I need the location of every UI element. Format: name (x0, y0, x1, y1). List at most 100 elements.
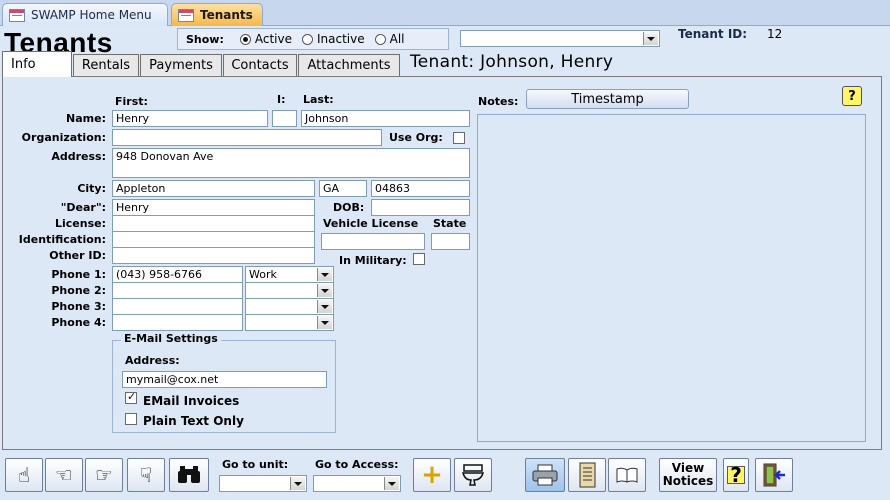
radio-dot (374, 33, 386, 45)
show-all-radio[interactable]: All (374, 32, 405, 46)
dropdown-button[interactable] (317, 284, 332, 297)
dropdown-button[interactable] (643, 32, 658, 45)
view-notices-button[interactable]: View Notices (659, 458, 717, 492)
license-field[interactable] (112, 215, 315, 232)
chevron-down-icon (321, 288, 329, 293)
radio-dot (302, 33, 313, 45)
last-name-field[interactable]: Johnson (301, 110, 470, 127)
organization-label: Organization: (21, 131, 106, 144)
email-invoices-checkbox[interactable] (125, 390, 137, 404)
vehicle-state-field[interactable] (431, 233, 470, 250)
show-label: Show: (186, 32, 224, 46)
notebook-glyph (579, 462, 596, 488)
email-address-label: Address: (125, 354, 180, 367)
address-label: Address: (51, 150, 106, 163)
notebook-icon[interactable] (568, 458, 606, 492)
phone-3-label: Phone 3: (51, 300, 106, 313)
book-glyph (616, 467, 638, 483)
doc-tab-home-menu[interactable]: SWAMP Home Menu (2, 3, 168, 26)
phone-2-type-select[interactable] (245, 282, 334, 299)
tab-attachments[interactable]: Attachments (298, 54, 400, 76)
book-icon[interactable] (608, 458, 646, 492)
hand-up-icon[interactable]: ☝ (5, 458, 43, 492)
tab-rentals[interactable]: Rentals (73, 54, 139, 76)
use-org-checkbox[interactable] (453, 132, 465, 144)
phone-2-field[interactable] (112, 282, 243, 299)
binoculars-icon[interactable] (169, 458, 209, 492)
help-icon[interactable]: ? (723, 458, 749, 492)
go-to-unit-select[interactable] (219, 475, 307, 492)
document-tab-bar: SWAMP Home Menu Tenants (0, 0, 890, 26)
phone-4-field[interactable] (112, 314, 243, 331)
radio-label: Active (254, 32, 292, 46)
help-icon[interactable]: ? (842, 86, 862, 106)
radio-label: Inactive (317, 32, 365, 46)
vehicle-license-label: Vehicle License (323, 217, 419, 230)
hand-right-icon[interactable]: ☞ (85, 458, 123, 492)
dear-field[interactable]: Henry (112, 199, 315, 216)
phone-2-label: Phone 2: (51, 284, 106, 297)
chevron-down-icon (321, 320, 329, 325)
other-id-field[interactable] (112, 247, 315, 264)
timestamp-button[interactable]: Timestamp (526, 89, 689, 109)
initial-label: I: (277, 93, 286, 106)
exit-door-icon[interactable] (755, 458, 793, 492)
phone-3-type-select[interactable] (245, 298, 334, 315)
phone-3-field[interactable] (112, 298, 243, 315)
dropdown-button[interactable] (290, 477, 305, 490)
license-label: License: (55, 217, 106, 230)
show-active-radio[interactable]: Active (239, 32, 292, 46)
binoculars-glyph (178, 466, 200, 483)
notes-textarea[interactable] (477, 114, 866, 442)
plain-text-checkbox[interactable] (125, 413, 137, 425)
toilet-icon[interactable] (454, 458, 492, 492)
dropdown-button[interactable] (384, 477, 399, 490)
state-field[interactable]: GA (319, 180, 367, 197)
zip-field[interactable]: 04863 (371, 180, 470, 197)
phone-1-type-select[interactable]: Work (245, 266, 334, 283)
printer-icon[interactable] (525, 458, 565, 492)
tab-contacts[interactable]: Contacts (223, 54, 297, 76)
organization-field[interactable] (112, 129, 382, 146)
phone-4-type-select[interactable] (245, 314, 334, 331)
city-field[interactable]: Appleton (112, 180, 315, 197)
tab-info[interactable]: Info (2, 51, 72, 77)
phone-1-field[interactable]: (043) 958-6766 (112, 266, 243, 283)
phone-1-label: Phone 1: (51, 268, 106, 281)
tab-payments[interactable]: Payments (140, 54, 222, 76)
radio-label: All (389, 32, 405, 46)
first-name-label: First: (115, 95, 148, 108)
go-to-unit-label: Go to unit: (222, 458, 289, 471)
city-label: City: (77, 182, 106, 195)
first-name-field[interactable]: Henry (112, 110, 268, 127)
tenant-select[interactable] (460, 30, 660, 47)
plus-icon[interactable]: + (413, 458, 451, 492)
use-org-label: Use Org: (389, 131, 443, 144)
hand-down-icon[interactable]: ☟ (127, 458, 165, 492)
vehicle-state-label: State (433, 217, 467, 230)
dob-label: DOB: (333, 201, 365, 214)
form-icon (178, 8, 194, 22)
email-address-field[interactable]: mymail@cox.net (122, 371, 327, 388)
address-field[interactable]: 948 Donovan Ave (112, 148, 470, 178)
identification-field[interactable] (112, 231, 315, 248)
name-label: Name: (66, 112, 106, 125)
doc-tab-tenants[interactable]: Tenants (171, 3, 263, 26)
dob-field[interactable] (371, 199, 470, 216)
military-checkbox[interactable] (413, 253, 425, 265)
chevron-down-icon (294, 481, 302, 486)
doc-tab-label: SWAMP Home Menu (31, 8, 152, 22)
show-inactive-radio[interactable]: Inactive (302, 32, 365, 46)
go-to-access-select[interactable] (313, 475, 401, 492)
toilet-glyph (462, 464, 484, 486)
initial-field[interactable] (272, 110, 297, 127)
dropdown-button[interactable] (317, 268, 332, 281)
tenant-id-label: Tenant ID: (678, 27, 748, 41)
hand-left-icon[interactable]: ☜ (45, 458, 83, 492)
printer-glyph (532, 464, 558, 486)
chevron-down-icon (321, 272, 329, 277)
vehicle-license-field[interactable] (321, 233, 425, 250)
dropdown-button[interactable] (317, 300, 332, 313)
go-to-access-label: Go to Access: (315, 458, 399, 471)
dropdown-button[interactable] (317, 316, 332, 329)
